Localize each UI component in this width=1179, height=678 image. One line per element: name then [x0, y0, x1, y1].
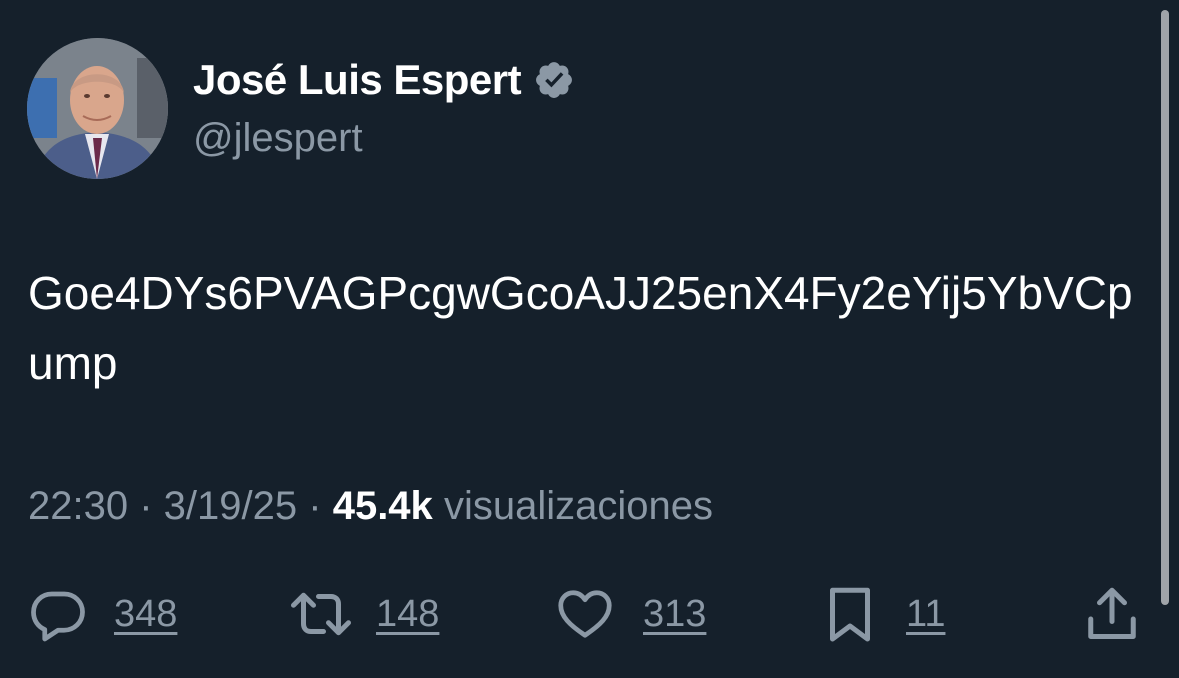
- tweet-text: Goe4DYs6PVAGPcgwGcoAJJ25enX4Fy2eYij5YbVC…: [28, 267, 1133, 389]
- author-handle[interactable]: @jlespert: [193, 116, 363, 161]
- reply-button[interactable]: 348: [28, 584, 177, 644]
- reply-count[interactable]: 348: [114, 593, 177, 636]
- action-bar: 348 148 313 11: [0, 584, 1179, 644]
- share-icon: [1088, 587, 1136, 639]
- views-label: visualizaciones: [443, 484, 713, 528]
- meta-separator: ·: [139, 484, 164, 528]
- bookmark-icon: [830, 587, 870, 642]
- tweet-date[interactable]: 3/19/25: [164, 484, 297, 528]
- retweet-count[interactable]: 148: [376, 593, 439, 636]
- scrollbar[interactable]: [1161, 10, 1169, 605]
- like-button[interactable]: 313: [555, 584, 706, 644]
- meta-separator: ·: [308, 484, 333, 528]
- tweet-time[interactable]: 22:30: [28, 484, 128, 528]
- retweet-button[interactable]: 148: [286, 584, 439, 644]
- avatar[interactable]: [27, 38, 168, 179]
- verified-badge-icon[interactable]: [533, 59, 575, 101]
- author-name-row: José Luis Espert: [193, 52, 575, 108]
- tweet-card: José Luis Espert @jlespert Goe4DYs6PVAGP…: [0, 0, 1179, 678]
- tweet-meta: 22:30 · 3/19/25 · 45.4k visualizaciones: [28, 484, 713, 529]
- bookmark-count[interactable]: 11: [906, 593, 945, 636]
- views-count[interactable]: 45.4k: [333, 484, 433, 528]
- share-button[interactable]: [1082, 584, 1142, 644]
- author-display-name[interactable]: José Luis Espert: [193, 56, 522, 104]
- retweet-icon: [291, 592, 351, 636]
- heart-icon: [558, 590, 612, 638]
- profile-photo: [27, 38, 168, 179]
- reply-icon: [31, 591, 85, 642]
- bookmark-button[interactable]: 11: [820, 584, 945, 644]
- like-count[interactable]: 313: [643, 593, 706, 636]
